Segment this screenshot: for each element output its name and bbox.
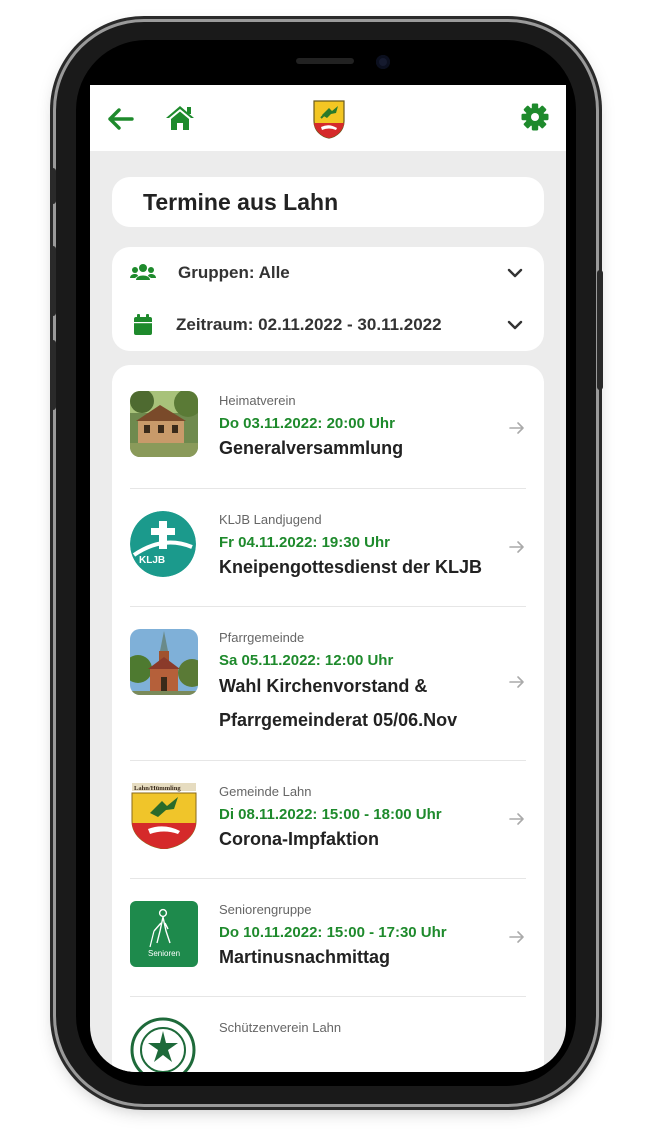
arrow-left-icon[interactable]: [106, 104, 136, 134]
event-date: Di 08.11.2022: 15:00 - 18:00 Uhr: [219, 806, 442, 823]
event-list: Heimatverein Do 03.11.2022: 20:00 Uhr Ge…: [112, 365, 544, 1072]
filter-card: Gruppen: Alle Zeitraum: 02.11.2022 - 30.…: [112, 247, 544, 351]
event-thumbnail: Senioren: [130, 901, 198, 967]
side-button: [50, 168, 56, 204]
period-filter[interactable]: Zeitraum: 02.11.2022 - 30.11.2022: [112, 305, 544, 345]
event-thumbnail: [130, 629, 198, 695]
event-group: Schützenverein Lahn: [219, 1020, 342, 1035]
home-icon[interactable]: [164, 103, 196, 133]
event-item[interactable]: Pfarrgemeinde Sa 05.11.2022: 12:00 Uhr W…: [130, 607, 526, 761]
gear-icon[interactable]: [520, 102, 550, 132]
event-item[interactable]: Heimatverein Do 03.11.2022: 20:00 Uhr Ge…: [130, 365, 526, 489]
groups-filter[interactable]: Gruppen: Alle: [112, 253, 544, 293]
event-title: Martinusnachmittag: [219, 947, 391, 967]
phone-camera: [376, 55, 390, 69]
event-thumbnail: [130, 391, 198, 457]
chevron-down-icon: [507, 268, 523, 278]
volume-down-button: [50, 340, 56, 410]
event-item[interactable]: KLJB KLJB Landjugend Fr 04.11.2022: 19:3…: [130, 489, 526, 607]
event-thumbnail: Lahn/Hümmling: [130, 783, 198, 849]
event-title: Corona-Impfaktion: [219, 829, 379, 849]
event-group: Gemeinde Lahn: [219, 784, 312, 799]
page-title: Termine aus Lahn: [143, 188, 339, 215]
event-date: Sa 05.11.2022: 12:00 Uhr: [219, 652, 394, 669]
event-item[interactable]: Schützenverein Lahn: [130, 997, 526, 1072]
users-icon: [130, 260, 156, 286]
event-group: Pfarrgemeinde: [219, 630, 305, 645]
event-item[interactable]: Senioren Seniorengruppe Do 10.11.2022: 1…: [130, 879, 526, 997]
event-date: Fr 04.11.2022: 19:30 Uhr: [219, 534, 390, 551]
app-screen: Termine aus Lahn Gruppen: Alle Zeitraum:…: [90, 85, 566, 1072]
period-filter-label: Zeitraum: 02.11.2022 - 30.11.2022: [176, 315, 442, 334]
power-button: [597, 270, 603, 390]
arrow-right-icon: [509, 931, 524, 943]
event-title: Kneipengottesdienst der KLJB: [219, 557, 483, 577]
top-bar: [90, 85, 566, 151]
event-thumbnail: [130, 1017, 196, 1072]
arrow-right-icon: [509, 422, 524, 434]
event-group: Heimatverein: [219, 393, 296, 408]
event-title: Generalversammlung: [219, 438, 404, 458]
page-title-card: Termine aus Lahn: [112, 177, 544, 227]
coat-of-arms-icon[interactable]: [312, 99, 346, 139]
event-date: Do 03.11.2022: 20:00 Uhr: [219, 415, 395, 432]
calendar-icon: [130, 312, 156, 338]
phone-speaker: [296, 58, 354, 64]
event-thumbnail: KLJB: [130, 511, 196, 577]
event-title: Wahl Kirchenvorstand & Pfarrgemeinderat …: [219, 676, 458, 730]
arrow-right-icon: [509, 813, 524, 825]
thumb-caption: Lahn/Hümmling: [134, 785, 181, 792]
event-group: KLJB Landjugend: [219, 512, 322, 527]
thumb-caption: Senioren: [148, 949, 180, 958]
chevron-down-icon: [507, 320, 523, 330]
arrow-right-icon: [509, 676, 524, 688]
event-group: Seniorengruppe: [219, 902, 312, 917]
event-date: Do 10.11.2022: 15:00 - 17:30 Uhr: [219, 924, 447, 941]
thumb-text: KLJB: [139, 555, 165, 566]
event-item[interactable]: Lahn/Hümmling Gemeinde Lahn Di 08.11.202…: [130, 761, 526, 879]
arrow-right-icon: [509, 541, 524, 553]
groups-filter-label: Gruppen: Alle: [178, 263, 290, 282]
volume-up-button: [50, 246, 56, 316]
